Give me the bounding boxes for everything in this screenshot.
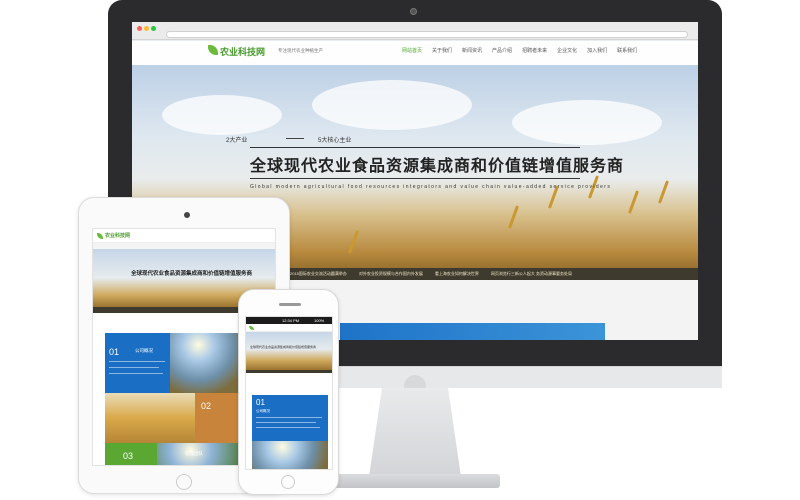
text-line — [109, 361, 165, 362]
home-button[interactable] — [281, 475, 295, 489]
tablet-hero-title: 全球现代农业食品资源集成商和价值链增值服务商 — [131, 271, 253, 277]
farmer-photo — [170, 333, 241, 393]
section-number: 03 — [123, 451, 134, 461]
wheat-ear — [507, 205, 520, 229]
text-line — [256, 422, 316, 423]
hero-subtitle-en: Global modern agricultural food resource… — [250, 184, 612, 190]
text-line — [109, 367, 159, 368]
phone-header — [246, 324, 332, 332]
phone-section-01[interactable]: 01 公司概况 — [252, 395, 328, 441]
nav-item-news[interactable]: 新闻资讯 — [462, 47, 482, 54]
section-label: 管理团队 — [185, 451, 203, 456]
cloud — [312, 80, 472, 130]
hero-sub-left: 2大产业 — [226, 138, 248, 144]
maximize-icon[interactable] — [151, 26, 156, 31]
wheat-ear — [627, 190, 640, 214]
monitor-stand — [368, 388, 462, 478]
nav-item-careers[interactable]: 招聘者未来 — [522, 47, 547, 54]
minimize-icon[interactable] — [144, 26, 149, 31]
ticker-item[interactable]: 2015国际农业交流活动圆满举办 — [290, 271, 347, 277]
tablet-brand[interactable]: 农业科技网 — [105, 232, 130, 239]
monitor-base — [330, 474, 500, 488]
tablet-section-02[interactable]: 02 — [195, 393, 241, 443]
ticker-item[interactable]: 网页浏览行三新公人起大 务资动源事要务处局 — [491, 271, 572, 277]
phone-screen: 12:34 PM 100% 全球现代农业食品资源集成商和价值链增值服务商 01 … — [245, 316, 333, 470]
phone-hero-title: 全球现代农业食品资源集成商和价值链增值服务商 — [250, 345, 317, 349]
wheat-ear — [657, 180, 670, 204]
ticker-items: 2015国际农业交流活动圆满举办 对外农业投资规模与合作国内外发展 看上海农业如… — [290, 271, 572, 277]
hero-rule — [250, 147, 580, 148]
nav-item-culture[interactable]: 企业文化 — [557, 47, 577, 54]
text-line — [256, 427, 320, 428]
status-time: 12:34 PM — [282, 318, 300, 323]
speaker-icon — [279, 303, 301, 306]
hero-divider — [286, 138, 304, 139]
address-bar[interactable] — [166, 31, 688, 38]
section-number: 02 — [201, 401, 212, 411]
site-logo[interactable]: 农业科技网 — [220, 45, 265, 58]
nav-item-home[interactable]: 网站首页 — [402, 47, 422, 54]
tablet-header: 农业科技网 — [93, 229, 275, 243]
farmer-photo — [252, 441, 328, 469]
hero-rule — [250, 178, 580, 179]
wheat-photo — [105, 393, 195, 443]
cloud — [512, 100, 662, 145]
ticker-item[interactable]: 对外农业投资规模与合作国内外发展 — [359, 271, 423, 277]
blue-banner — [340, 323, 605, 340]
leaf-logo-icon — [97, 233, 103, 239]
section-number: 01 — [256, 398, 265, 407]
main-nav: 网站首页 关于我们 新闻资讯 产品介绍 招聘者未来 企业文化 加入我们 联系我们 — [402, 47, 637, 54]
text-line — [256, 417, 322, 418]
tablet-section-01[interactable]: 01 公司概况 — [105, 333, 170, 393]
tablet-section-03[interactable]: 03 — [105, 443, 157, 465]
nav-item-contact[interactable]: 联系我们 — [617, 47, 637, 54]
hero-title: 全球现代农业食品资源集成商和价值链增值服务商 — [250, 158, 625, 175]
nav-item-products[interactable]: 产品介绍 — [492, 47, 512, 54]
tablet-camera-icon — [184, 212, 190, 218]
phone-ticker — [246, 370, 332, 373]
status-battery: 100% — [314, 318, 325, 323]
phone-hero — [246, 332, 332, 370]
text-line — [109, 373, 163, 374]
ticker-item[interactable]: 看上海农业如何解决世界 — [435, 271, 479, 277]
phone-status-bar: 12:34 PM 100% — [246, 317, 332, 324]
camera-icon — [410, 8, 417, 15]
close-icon[interactable] — [137, 26, 142, 31]
field-photo: 管理团队 — [157, 443, 241, 465]
hero-sub-right: 5大核心主业 — [318, 138, 352, 144]
home-button[interactable] — [176, 474, 192, 490]
nav-item-about[interactable]: 关于我们 — [432, 47, 452, 54]
wheat-ear — [347, 230, 360, 254]
section-number: 01 — [109, 347, 120, 357]
site-slogan: 专注现代农业种植生产 — [278, 48, 323, 53]
browser-chrome — [132, 22, 698, 40]
nav-item-join[interactable]: 加入我们 — [587, 47, 607, 54]
cloud — [162, 95, 282, 135]
section-label: 公司概况 — [135, 348, 153, 353]
leaf-logo-icon — [249, 326, 254, 330]
section-label: 公司概况 — [256, 409, 270, 413]
